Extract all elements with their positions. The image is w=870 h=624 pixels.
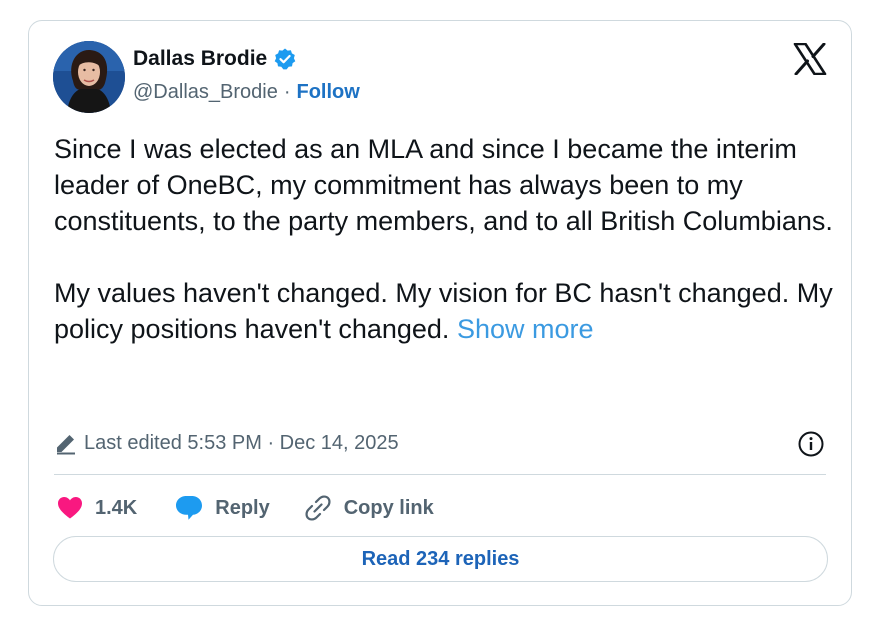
avatar-photo (53, 41, 125, 113)
info-icon[interactable] (797, 430, 825, 458)
action-bar: 1.4K Reply Copy link (57, 491, 434, 525)
author-handle[interactable]: @Dallas_Brodie (133, 81, 278, 104)
tweet-card: Dallas Brodie @Dallas_Brodie · Follow Si… (28, 20, 852, 606)
follow-button[interactable]: Follow (297, 81, 360, 104)
reply-button[interactable]: Reply (175, 495, 270, 521)
speech-bubble-icon (176, 496, 203, 520)
show-more-link[interactable]: Show more (457, 314, 594, 344)
author-name[interactable]: Dallas Brodie (133, 47, 267, 71)
separator-dot: · (283, 81, 291, 103)
last-edited-text: Last edited 5:53 PM · Dec 14, 2025 (84, 431, 399, 454)
verified-badge-icon (273, 47, 297, 71)
divider (54, 474, 826, 475)
avatar[interactable] (53, 41, 125, 113)
link-icon (305, 495, 331, 521)
tweet-text: Since I was elected as an MLA and since … (54, 131, 834, 347)
edited-info[interactable]: Last edited 5:53 PM · Dec 14, 2025 (54, 431, 399, 455)
read-replies-button[interactable]: Read 234 replies (53, 536, 828, 582)
tweet-paragraph-2: My values haven't changed. My vision for… (54, 278, 833, 344)
copy-link-button[interactable]: Copy link (304, 494, 434, 522)
x-logo-icon[interactable] (793, 42, 827, 76)
tweet-paragraph-1: Since I was elected as an MLA and since … (54, 134, 833, 236)
like-button[interactable]: 1.4K (57, 496, 137, 520)
reply-label: Reply (215, 496, 270, 519)
tweet-paragraph-2-container: My values haven't changed. My vision for… (54, 275, 834, 347)
author-name-row: Dallas Brodie (133, 47, 297, 71)
heart-icon (58, 497, 82, 519)
author-handle-row: @Dallas_Brodie · Follow (133, 81, 360, 104)
pencil-icon (54, 431, 78, 455)
like-count: 1.4K (95, 496, 138, 519)
copy-link-label: Copy link (343, 496, 434, 519)
